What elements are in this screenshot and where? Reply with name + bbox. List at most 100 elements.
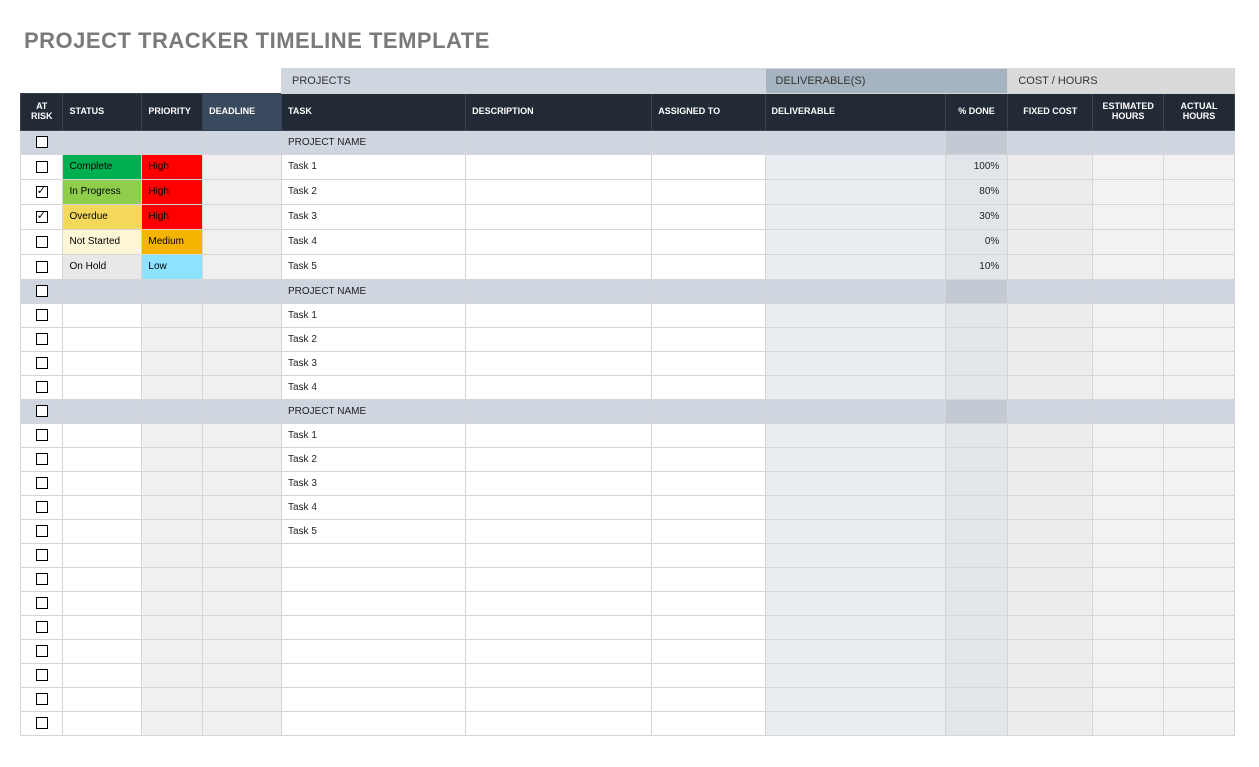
task-cell[interactable]: Task 4 [281, 375, 465, 399]
task-cell[interactable]: PROJECT NAME [281, 279, 465, 303]
task-cell[interactable] [281, 543, 465, 567]
actual-hours-cell[interactable] [1164, 567, 1235, 591]
estimated-hours-cell[interactable] [1093, 447, 1164, 471]
actual-hours-cell[interactable] [1164, 279, 1235, 303]
assigned-to-cell[interactable] [652, 519, 765, 543]
estimated-hours-cell[interactable] [1093, 567, 1164, 591]
fixed-cost-cell[interactable] [1008, 351, 1093, 375]
priority-cell[interactable]: High [142, 204, 203, 229]
deliverable-cell[interactable] [765, 495, 945, 519]
actual-hours-cell[interactable] [1164, 495, 1235, 519]
priority-cell[interactable] [142, 495, 203, 519]
at-risk-checkbox[interactable] [36, 136, 48, 148]
task-cell[interactable]: Task 2 [281, 179, 465, 204]
at-risk-checkbox[interactable] [36, 405, 48, 417]
deadline-cell[interactable] [203, 471, 282, 495]
at-risk-checkbox[interactable] [36, 717, 48, 729]
pct-done-cell[interactable] [945, 591, 1008, 615]
task-cell[interactable]: Task 3 [281, 351, 465, 375]
pct-done-cell[interactable]: 0% [945, 229, 1008, 254]
actual-hours-cell[interactable] [1164, 519, 1235, 543]
status-cell[interactable]: On Hold [63, 254, 142, 279]
priority-cell[interactable]: Medium [142, 229, 203, 254]
task-cell[interactable]: Task 4 [281, 495, 465, 519]
deadline-cell[interactable] [203, 687, 282, 711]
deliverable-cell[interactable] [765, 130, 945, 154]
assigned-to-cell[interactable] [652, 615, 765, 639]
fixed-cost-cell[interactable] [1008, 495, 1093, 519]
task-cell[interactable]: Task 1 [281, 303, 465, 327]
deadline-cell[interactable] [203, 351, 282, 375]
description-cell[interactable] [466, 543, 652, 567]
pct-done-cell[interactable]: 10% [945, 254, 1008, 279]
actual-hours-cell[interactable] [1164, 447, 1235, 471]
priority-cell[interactable] [142, 639, 203, 663]
description-cell[interactable] [466, 423, 652, 447]
at-risk-checkbox[interactable] [36, 453, 48, 465]
priority-cell[interactable] [142, 543, 203, 567]
estimated-hours-cell[interactable] [1093, 519, 1164, 543]
task-cell[interactable]: PROJECT NAME [281, 130, 465, 154]
deliverable-cell[interactable] [765, 639, 945, 663]
deadline-cell[interactable] [203, 303, 282, 327]
description-cell[interactable] [466, 615, 652, 639]
fixed-cost-cell[interactable] [1008, 447, 1093, 471]
actual-hours-cell[interactable] [1164, 351, 1235, 375]
pct-done-cell[interactable] [945, 303, 1008, 327]
fixed-cost-cell[interactable] [1008, 663, 1093, 687]
assigned-to-cell[interactable] [652, 663, 765, 687]
deliverable-cell[interactable] [765, 543, 945, 567]
priority-cell[interactable] [142, 279, 203, 303]
deliverable-cell[interactable] [765, 179, 945, 204]
description-cell[interactable] [466, 663, 652, 687]
deadline-cell[interactable] [203, 327, 282, 351]
actual-hours-cell[interactable] [1164, 399, 1235, 423]
pct-done-cell[interactable] [945, 543, 1008, 567]
pct-done-cell[interactable] [945, 279, 1008, 303]
status-cell[interactable] [63, 471, 142, 495]
priority-cell[interactable] [142, 130, 203, 154]
task-cell[interactable]: Task 2 [281, 327, 465, 351]
status-cell[interactable] [63, 399, 142, 423]
at-risk-checkbox[interactable] [36, 549, 48, 561]
pct-done-cell[interactable] [945, 687, 1008, 711]
pct-done-cell[interactable] [945, 375, 1008, 399]
assigned-to-cell[interactable] [652, 495, 765, 519]
assigned-to-cell[interactable] [652, 687, 765, 711]
estimated-hours-cell[interactable] [1093, 399, 1164, 423]
actual-hours-cell[interactable] [1164, 591, 1235, 615]
fixed-cost-cell[interactable] [1008, 399, 1093, 423]
deliverable-cell[interactable] [765, 254, 945, 279]
task-cell[interactable]: Task 1 [281, 423, 465, 447]
deliverable-cell[interactable] [765, 687, 945, 711]
at-risk-checkbox[interactable] [36, 309, 48, 321]
fixed-cost-cell[interactable] [1008, 615, 1093, 639]
estimated-hours-cell[interactable] [1093, 687, 1164, 711]
deliverable-cell[interactable] [765, 327, 945, 351]
deadline-cell[interactable] [203, 663, 282, 687]
priority-cell[interactable] [142, 687, 203, 711]
description-cell[interactable] [466, 327, 652, 351]
priority-cell[interactable] [142, 711, 203, 735]
status-cell[interactable] [63, 711, 142, 735]
description-cell[interactable] [466, 495, 652, 519]
actual-hours-cell[interactable] [1164, 543, 1235, 567]
pct-done-cell[interactable] [945, 663, 1008, 687]
at-risk-checkbox[interactable] [36, 501, 48, 513]
description-cell[interactable] [466, 229, 652, 254]
pct-done-cell[interactable] [945, 399, 1008, 423]
fixed-cost-cell[interactable] [1008, 591, 1093, 615]
task-cell[interactable]: Task 5 [281, 254, 465, 279]
at-risk-checkbox[interactable] [36, 285, 48, 297]
fixed-cost-cell[interactable] [1008, 229, 1093, 254]
fixed-cost-cell[interactable] [1008, 254, 1093, 279]
description-cell[interactable] [466, 591, 652, 615]
actual-hours-cell[interactable] [1164, 663, 1235, 687]
deliverable-cell[interactable] [765, 567, 945, 591]
description-cell[interactable] [466, 519, 652, 543]
deadline-cell[interactable] [203, 543, 282, 567]
actual-hours-cell[interactable] [1164, 375, 1235, 399]
estimated-hours-cell[interactable] [1093, 639, 1164, 663]
fixed-cost-cell[interactable] [1008, 154, 1093, 179]
priority-cell[interactable]: High [142, 179, 203, 204]
